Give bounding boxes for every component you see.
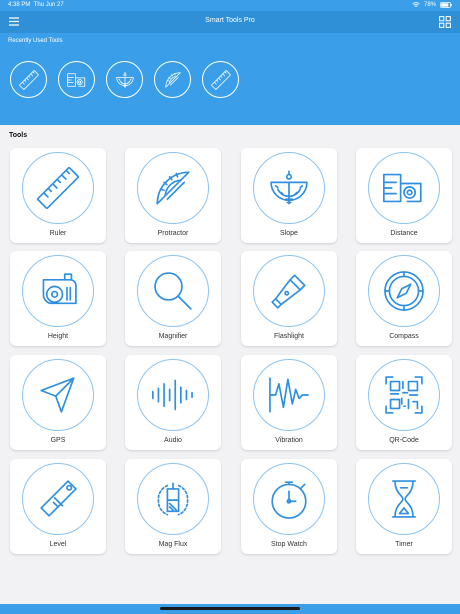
tool-label: Magnifier [158, 333, 188, 340]
audio-icon [152, 379, 193, 411]
vibration-icon [269, 377, 309, 413]
tool-label: Level [49, 541, 67, 548]
ruler-icon [37, 167, 79, 209]
flashlight-icon [271, 274, 306, 309]
stopwatch-icon [271, 481, 307, 519]
ruler-icon [18, 69, 39, 90]
tool-tile-vibration[interactable]: Vibration [241, 355, 337, 450]
tool-tile-timer[interactable]: Timer [356, 459, 452, 554]
tool-tile-ruler[interactable]: Ruler [10, 148, 106, 243]
tool-label: Compass [389, 333, 419, 340]
tool-icon-circle [137, 463, 209, 535]
tool-icon-circle [253, 152, 325, 224]
compass-icon [384, 271, 424, 311]
tool-tile-gps[interactable]: GPS [10, 355, 106, 450]
gps-icon [40, 377, 75, 413]
status-time: 4:38 PM [8, 2, 31, 8]
distance-icon [383, 173, 422, 203]
tool-icon-circle [368, 359, 440, 431]
battery-percent: 78% [423, 2, 436, 8]
tool-icon-circle [253, 359, 325, 431]
tool-icon-circle [137, 359, 209, 431]
recent-tools-row [10, 61, 239, 98]
tool-label: Vibration [275, 437, 303, 444]
tool-tile-magnifier[interactable]: Magnifier [125, 251, 221, 346]
tool-icon-circle [137, 152, 209, 224]
tool-icon-circle [253, 463, 325, 535]
home-indicator[interactable] [160, 607, 300, 610]
tool-tile-distance[interactable]: Distance [356, 148, 452, 243]
tool-tile-level[interactable]: Level [10, 459, 106, 554]
protractor-icon [164, 71, 181, 88]
tool-icon-circle [253, 255, 325, 327]
tool-tile-slope[interactable]: Slope [241, 148, 337, 243]
tool-label: Timer [395, 541, 413, 548]
recent-tool-ruler-0[interactable] [10, 61, 47, 98]
recent-tool-ruler-4[interactable] [202, 61, 239, 98]
slope-icon [270, 170, 308, 205]
magnet-icon [157, 482, 189, 516]
tool-tile-flashlight[interactable]: Flashlight [241, 251, 337, 346]
hourglass-icon [391, 480, 417, 518]
slope-icon [115, 71, 134, 88]
tool-label: QR-Code [389, 437, 419, 444]
level-icon [40, 480, 77, 517]
ruler-icon [210, 69, 231, 90]
tool-tile-height[interactable]: Height [10, 251, 106, 346]
tool-label: Protractor [157, 230, 189, 237]
status-date: Thu Jun 27 [33, 2, 64, 8]
tool-tile-stop-watch[interactable]: Stop Watch [241, 459, 337, 554]
tool-icon-circle [368, 463, 440, 535]
protractor-icon [156, 171, 190, 205]
battery-icon [440, 2, 452, 8]
tool-tile-qr-code[interactable]: QR-Code [356, 355, 452, 450]
distance-icon [66, 72, 85, 87]
tool-icon-circle [22, 359, 94, 431]
tool-label: Ruler [49, 230, 67, 237]
tool-label: GPS [50, 437, 66, 444]
recent-tools-label: Recently Used Tools [8, 38, 63, 44]
tool-tile-compass[interactable]: Compass [356, 251, 452, 346]
tool-label: Distance [390, 230, 418, 237]
wifi-icon [412, 2, 420, 7]
tools-section-label: Tools [9, 132, 28, 139]
qr-code-icon [385, 376, 423, 414]
tool-icon-circle [137, 255, 209, 327]
magnifier-icon [154, 272, 192, 310]
tool-label: Slope [280, 230, 298, 237]
tape-measure-icon [42, 273, 77, 305]
tool-icon-circle [22, 463, 94, 535]
tool-icon-circle [22, 255, 94, 327]
recent-tool-slope-2[interactable] [106, 61, 143, 98]
tool-icon-circle [368, 255, 440, 327]
tool-label: Mag Flux [158, 541, 188, 548]
tool-tile-audio[interactable]: Audio [125, 355, 221, 450]
tool-icon-circle [368, 152, 440, 224]
tool-tile-protractor[interactable]: Protractor [125, 148, 221, 243]
recent-tool-distance-1[interactable] [58, 61, 95, 98]
page-title: Smart Tools Pro [205, 17, 255, 24]
tool-label: Audio [164, 437, 182, 444]
tool-tile-mag-flux[interactable]: Mag Flux [125, 459, 221, 554]
recent-tool-protractor-3[interactable] [154, 61, 191, 98]
tool-label: Stop Watch [271, 541, 307, 548]
tool-label: Height [47, 333, 69, 340]
status-bar: 4:38 PM Thu Jun 27 78% [0, 0, 460, 11]
tool-label: Flashlight [274, 333, 304, 340]
tool-icon-circle [22, 152, 94, 224]
grid-view-icon[interactable] [439, 16, 451, 28]
nav-bar: Smart Tools Pro [0, 11, 460, 33]
